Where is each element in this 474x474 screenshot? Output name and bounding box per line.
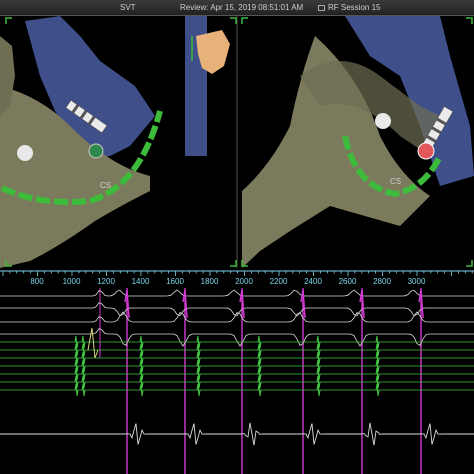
left-map-pane: CS — [0, 16, 230, 268]
cs-label-left: CS — [100, 181, 111, 190]
session-label[interactable]: RF Session 15 — [318, 0, 380, 16]
ruler-tick-label: 1200 — [97, 277, 115, 286]
review-header-bar: SVT Review: Apr 15, 2019 08:51:01 AM RF … — [0, 0, 474, 16]
session-text: RF Session 15 — [328, 3, 381, 12]
electroanatomic-map-view[interactable]: CS CS — [0, 16, 474, 268]
ecg-trace — [0, 328, 474, 347]
catheter-tip-left — [88, 143, 104, 159]
review-timestamp: Review: Apr 15, 2019 08:51:01 AM — [180, 3, 304, 12]
ruler-tick-label: 2800 — [373, 277, 391, 286]
map-canvas[interactable]: CS CS — [0, 16, 474, 268]
ablation-tag — [417, 142, 435, 160]
ecg-trace — [0, 302, 474, 317]
session-icon — [318, 5, 325, 11]
right-map-pane: CS — [242, 16, 474, 268]
electrogram-panel[interactable] — [0, 288, 474, 474]
ecg-trace — [0, 289, 474, 297]
ruler-tick-label: 3000 — [407, 277, 426, 286]
ruler-tick-label: 2600 — [338, 277, 357, 286]
ruler-tick-label: 2000 — [235, 277, 253, 286]
ruler-tick-label: 2400 — [304, 277, 322, 286]
ruler-tick-label: 1800 — [200, 277, 219, 286]
time-ruler[interactable]: 800 1000 1200 1400 1600 1800 2000 2200 2400 2600 2… — [0, 270, 474, 288]
ruler-tick-label: 1000 — [62, 277, 81, 286]
ruler-tick-label: 800 — [30, 277, 44, 286]
rhythm-label: SVT — [120, 3, 136, 12]
ruler-tick-label: 1600 — [166, 277, 184, 286]
ecg-trace — [0, 311, 474, 323]
ruler-tick-label: 1400 — [131, 277, 150, 286]
cs-label-right: CS — [390, 177, 401, 186]
rv-apex-trace — [0, 422, 474, 446]
ruler-tick-label: 2200 — [269, 277, 288, 286]
reference-sphere-left — [17, 145, 33, 161]
reference-sphere-right — [375, 113, 391, 129]
